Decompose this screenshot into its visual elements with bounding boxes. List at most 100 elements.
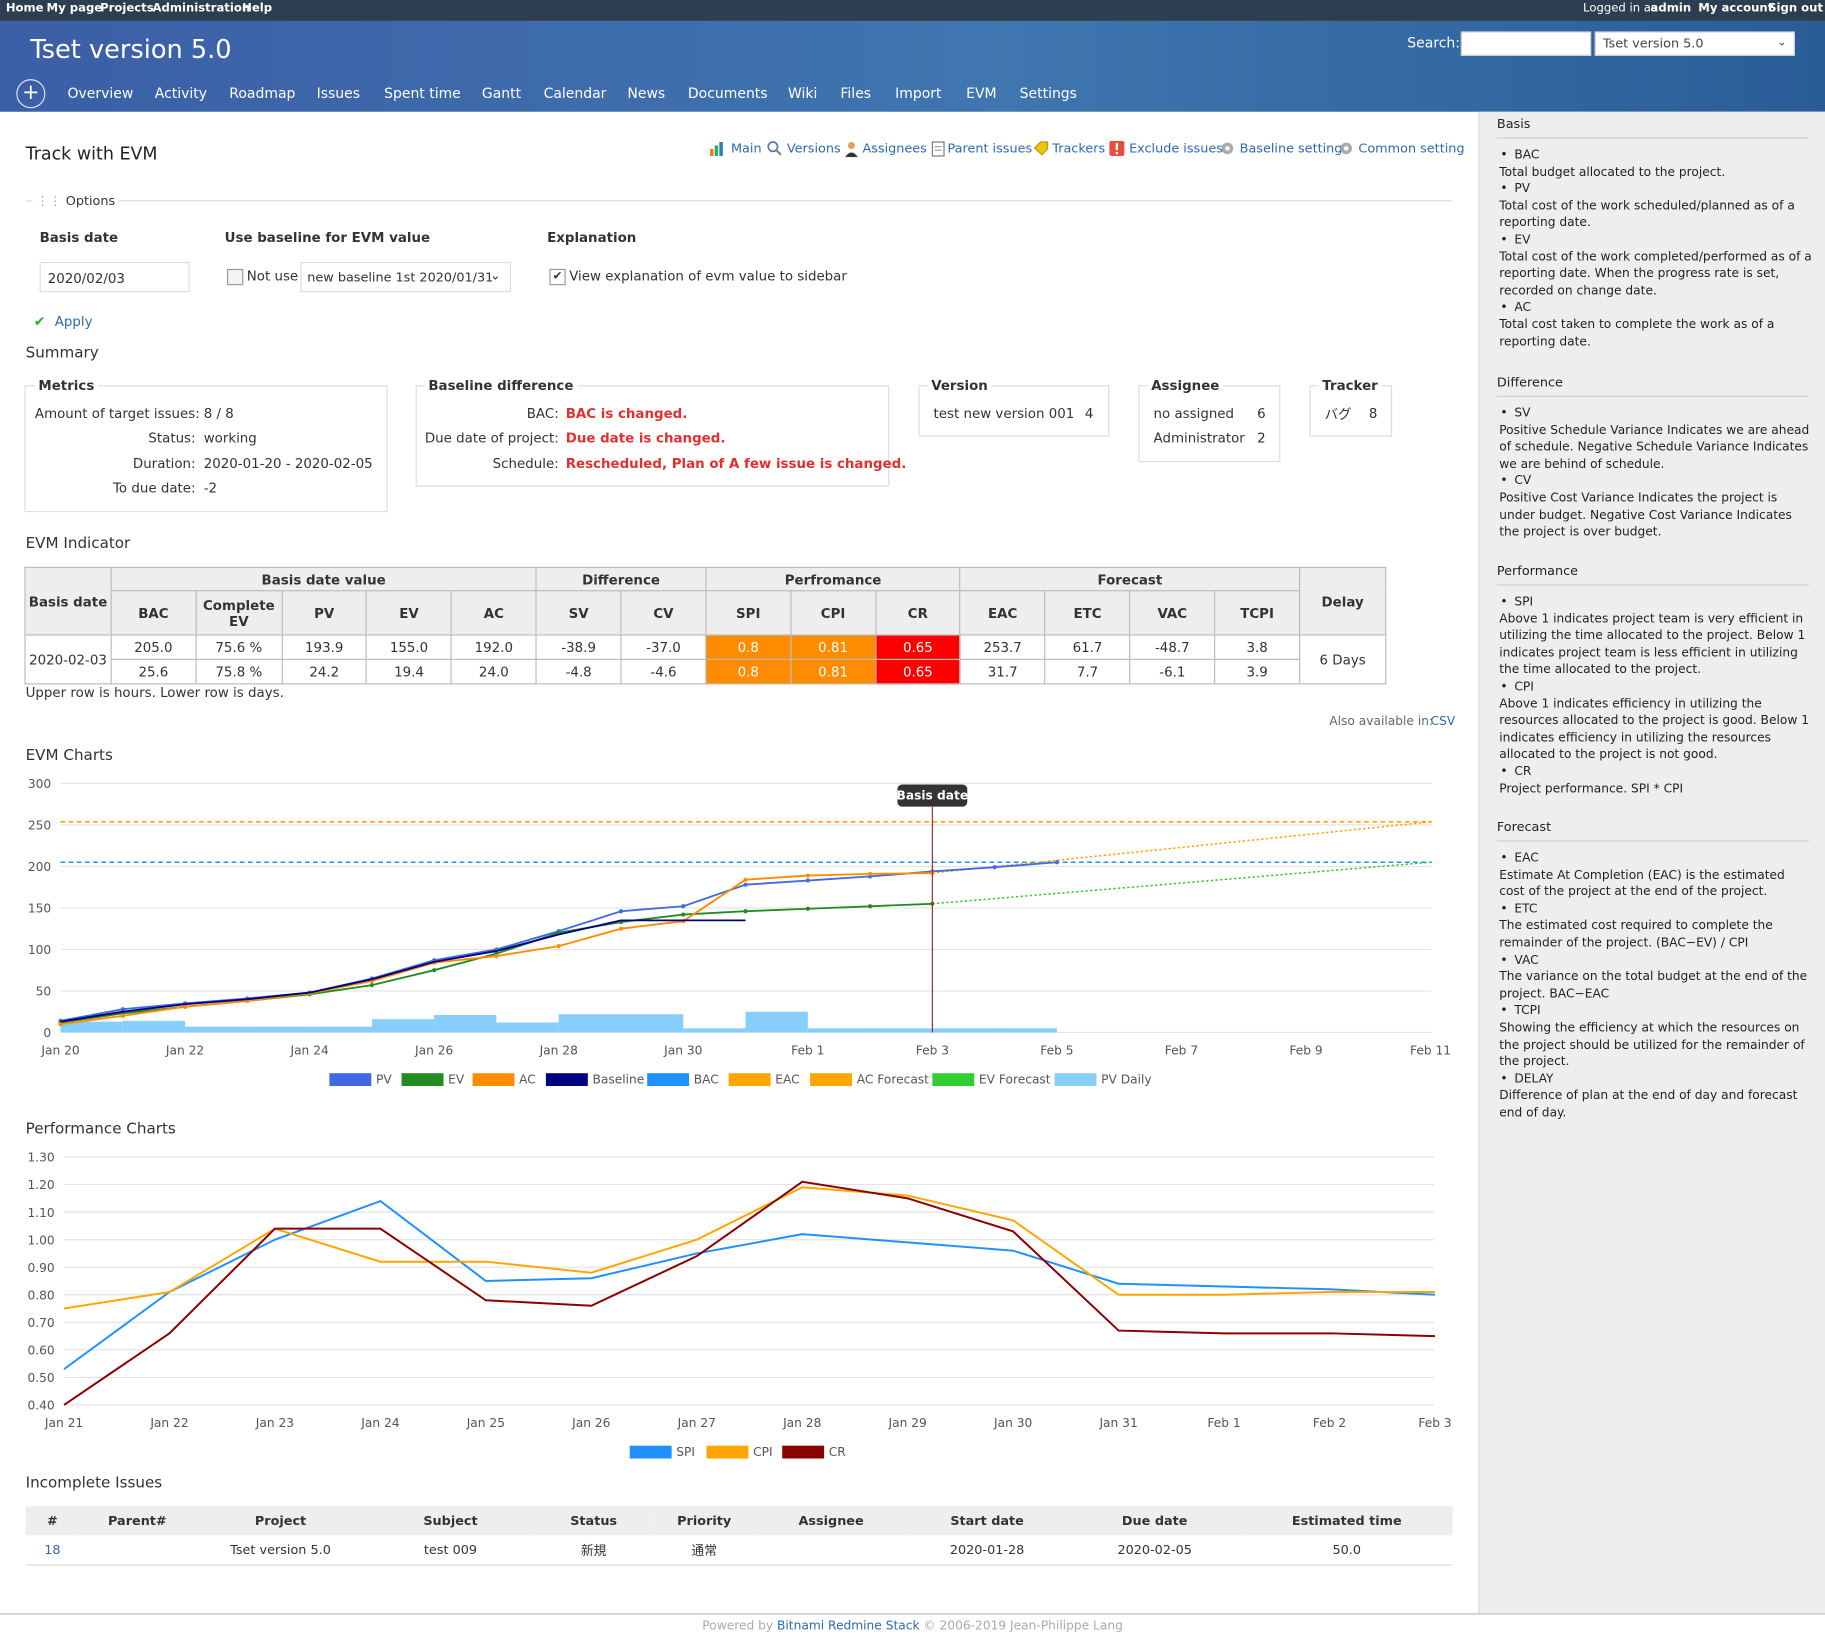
sidebar-term-desc: Showing the efficiency at which the reso… [1499,1020,1805,1069]
menu-item-news[interactable]: News [627,85,665,101]
y-tick-label: 0.40 [27,1399,54,1413]
logged-in-user-link[interactable]: admin [1651,2,1692,15]
legend-label: Baseline [592,1073,644,1087]
evm-charts-title: EVM Charts [25,747,113,765]
x-tick-label: Jan 28 [539,1044,578,1058]
top-link-sign-out[interactable]: Sign out [1768,2,1823,15]
metrics-legend: Metrics [34,377,98,394]
sidebar-term: PV [1514,181,1531,196]
sidebar-term: DELAY [1514,1071,1554,1086]
x-tick-label: Feb 7 [1165,1044,1198,1058]
bullet-icon: • [1500,901,1508,916]
top-link-help[interactable]: Help [242,2,272,15]
menu-item-documents[interactable]: Documents [688,85,768,101]
issue-cell: test 009 [365,1535,536,1566]
pv-daily-bar [185,1026,248,1033]
evm-value-cell: -48.7 [1129,634,1216,660]
x-tick-label: Jan 24 [360,1416,399,1430]
version-count: 4 [1084,405,1094,422]
ctx-link-assignees[interactable]: Assignees [863,141,927,156]
bullet-icon: • [1500,1071,1508,1086]
menu-item-issues[interactable]: Issues [317,85,360,101]
issue-cell: 2020-02-05 [1068,1535,1241,1566]
pv-daily-bar [496,1022,559,1033]
sidebar-term-row: • EAC [1500,850,1813,867]
csv-export-link[interactable]: CSV [1431,715,1456,729]
project-header: Tset version 5.0 Search: Tset version 5.… [0,20,1825,112]
top-link-home[interactable]: Home [6,2,44,15]
menu-item-overview[interactable]: Overview [68,85,134,101]
top-link-projects[interactable]: Projects [100,2,154,15]
group-header: Perfromance [705,566,961,592]
menu-item-evm[interactable]: EVM [966,85,996,101]
x-tick-label: Jan 27 [677,1416,716,1430]
chevron-down-icon: ⌄ [1776,36,1787,49]
sidebar-term: BAC [1514,147,1540,162]
ctx-link-versions[interactable]: Versions [787,141,841,156]
not-use-checkbox[interactable] [226,268,244,286]
apply-button[interactable]: Apply [55,313,93,329]
top-link-my-page[interactable]: My page [47,2,103,15]
ctx-link-main[interactable]: Main [731,141,762,156]
data-point [556,944,561,949]
baseline-option-label: Use baseline for EVM value [224,229,431,246]
pv-daily-bar [683,1028,746,1033]
menu-item-calendar[interactable]: Calendar [544,85,607,101]
assignee-legend: Assignee [1147,377,1223,394]
data-point [494,953,499,959]
bullet-icon: • [1500,679,1508,694]
legend-swatch [782,1445,825,1459]
menu-item-spent-time[interactable]: Spent time [384,85,461,101]
col-header-delay: Delay [1298,566,1387,636]
assignee-name: Administrator [1153,429,1245,447]
ctx-link-trackers[interactable]: Trackers [1052,141,1105,156]
data-point [1054,860,1060,865]
ctx-link-parent-issues[interactable]: Parent issues [947,141,1032,156]
search-input[interactable] [1460,31,1592,56]
footer-link[interactable]: Bitnami Redmine Stack [777,1619,920,1633]
menu-item-settings[interactable]: Settings [1020,85,1077,101]
y-tick-label: 0 [43,1026,51,1040]
data-point [432,968,437,973]
sidebar-term-desc: Total cost taken to complete the work as… [1499,317,1775,349]
new-object-plus-icon[interactable]: + [16,79,46,109]
explanation-checkbox[interactable]: ✔ [549,268,566,286]
sidebar-section-title: Forecast [1496,819,1552,835]
legend-label: AC Forecast [857,1073,929,1087]
top-link-administration[interactable]: Administration [152,2,250,15]
baseline-diff-label: Schedule: [492,454,559,472]
data-point [369,983,374,988]
sidebar-divider [1496,840,1809,842]
y-tick-label: 200 [28,860,51,874]
issue-id-link[interactable]: 18 [25,1535,80,1566]
project-jump-select[interactable]: Tset version 5.0 ⌄ [1594,31,1795,56]
ctx-link-common-setting[interactable]: Common setting [1358,141,1464,156]
top-link-my-account[interactable]: My account [1698,2,1773,15]
options-toggle[interactable]: ⋮⋮ Options [32,193,119,209]
x-tick-label: Jan 24 [289,1044,328,1058]
col-header: CPI [790,590,877,636]
evm-chart: 0 50 100 150 200 250 300 Jan 20 Jan 22 Jan 24 Jan … [28,777,1451,1087]
menu-item-files[interactable]: Files [840,85,871,101]
menu-item-gantt[interactable]: Gantt [482,85,521,101]
evm-value-cell: 192.0 [450,634,537,660]
issue-col-header: Parent# [79,1506,196,1536]
menu-item-wiki[interactable]: Wiki [788,85,817,101]
baseline-select[interactable]: new baseline 1st 2020/01/31 ⌄ [300,261,511,293]
ctx-link-exclude-issues[interactable]: Exclude issues [1129,141,1223,156]
evm-table-note: Upper row is hours. Lower row is days. [25,684,284,701]
menu-item-activity[interactable]: Activity [155,85,207,101]
data-point [618,926,624,931]
table-row: 18 Tset version 5.0 test 009 新規 通常 2020-01-28… [25,1535,1453,1566]
sidebar-divider [1496,584,1809,586]
basis-date-input[interactable]: 2020/02/03 [39,261,190,293]
metric-value: 2020-01-20 - 2020-02-05 [203,454,373,472]
issue-cell: 50.0 [1240,1535,1453,1566]
evm-value-cell: 19.4 [366,658,453,685]
ctx-link-baseline-setting[interactable]: Baseline setting [1240,141,1343,156]
gear-icon [1339,141,1354,160]
legend-swatch [728,1073,771,1087]
menu-item-import[interactable]: Import [895,85,941,101]
assignee-box [1138,385,1281,463]
menu-item-roadmap[interactable]: Roadmap [229,85,295,101]
